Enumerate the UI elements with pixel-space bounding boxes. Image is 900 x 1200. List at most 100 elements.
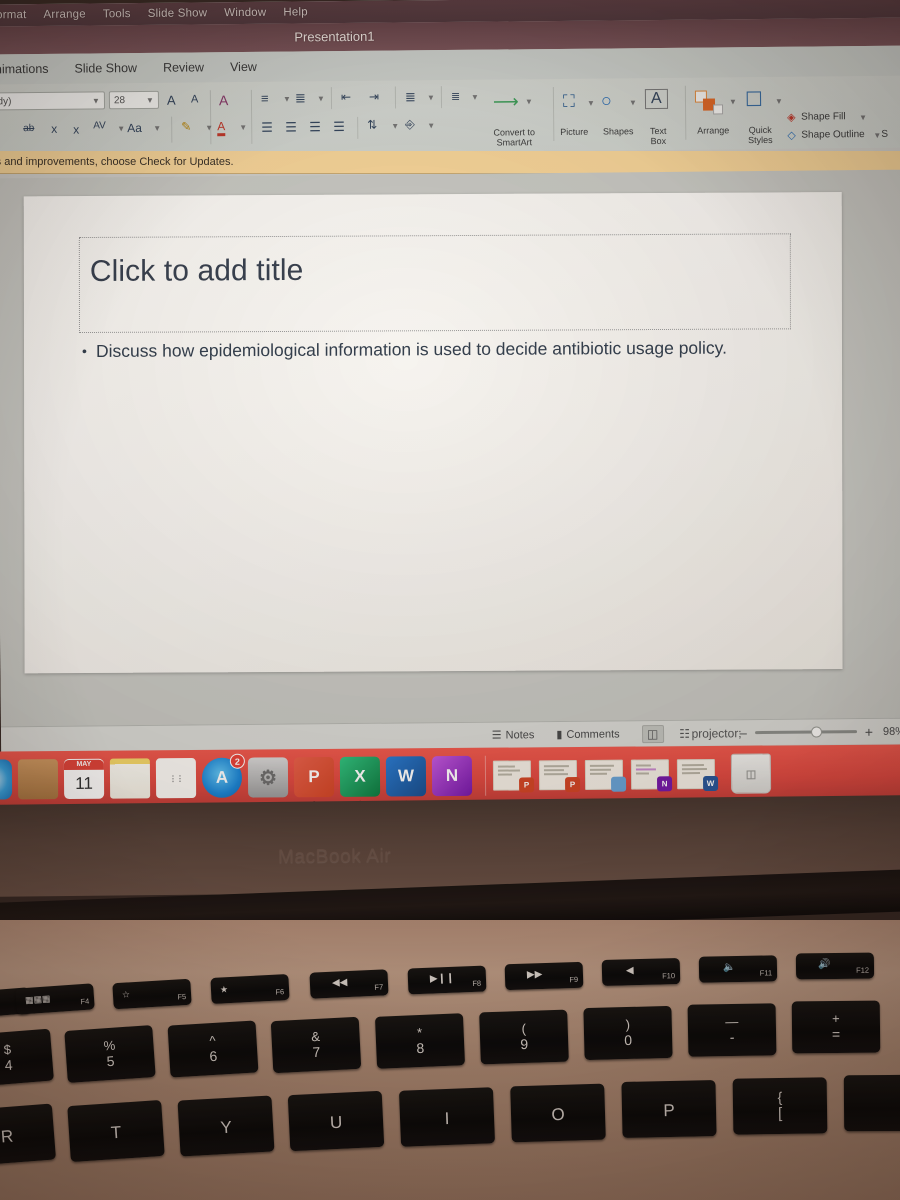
shape-fill-icon[interactable]: ◈ (787, 111, 796, 124)
key-i[interactable]: I (398, 1087, 496, 1147)
tab-slide-show[interactable]: Slide Show (74, 61, 137, 76)
bulleted-list-icon[interactable]: ≡ (261, 91, 269, 106)
key-t[interactable]: T (67, 1099, 165, 1163)
key-f7-rewind[interactable]: ◀◀ F7 (309, 969, 389, 999)
key-f6-keyboard-brightness-up[interactable]: ★ F6 (210, 973, 290, 1005)
align-left-icon[interactable]: ☰ (261, 120, 273, 136)
chevron-down-icon[interactable]: ▼ (283, 95, 291, 104)
slide-body-placeholder[interactable]: • Discuss how epidemiological informatio… (82, 335, 797, 364)
chevron-down-icon[interactable]: ▼ (587, 99, 595, 108)
tab-view[interactable]: View (230, 60, 257, 74)
excel-icon[interactable]: X (339, 756, 381, 804)
key-o[interactable]: O (510, 1083, 606, 1143)
notes-icon[interactable] (109, 758, 151, 799)
subscript-button[interactable]: x (73, 123, 79, 137)
increase-indent-icon[interactable]: ⇥ (369, 90, 379, 104)
numbered-list-icon[interactable]: ≣ (295, 90, 306, 106)
chevron-down-icon[interactable]: ▼ (153, 124, 161, 133)
word-icon[interactable]: W (385, 756, 427, 804)
chevron-down-icon[interactable]: ▼ (775, 97, 783, 106)
text-box-icon[interactable]: A (644, 88, 668, 110)
key-r[interactable]: R (0, 1103, 57, 1167)
minimized-window-5[interactable]: W (676, 758, 719, 792)
align-right-icon[interactable]: ☰ (309, 119, 321, 135)
key-f5-keyboard-brightness-down[interactable]: ☆ F5 (112, 978, 192, 1010)
trash-icon[interactable]: ◫ (730, 753, 772, 794)
safari-icon[interactable]: ➤ (0, 759, 13, 800)
key-f4-launchpad[interactable]: ▦▦▦ F4 (15, 983, 95, 1015)
key-0[interactable]: ) 0 (583, 1005, 673, 1061)
quick-styles-icon[interactable]: ☐ (745, 87, 763, 112)
key-f11-volume-down[interactable]: 🔈 F11 (698, 955, 778, 983)
font-size-select[interactable]: 28 ▼ (108, 90, 160, 110)
slide-bullet-item[interactable]: • Discuss how epidemiological informatio… (82, 335, 797, 364)
chevron-down-icon[interactable]: ▼ (471, 93, 479, 102)
menu-item-tools[interactable]: Tools (103, 8, 131, 20)
normal-view-button[interactable]: ◫ (641, 724, 664, 743)
menu-item-slide-show[interactable]: Slide Show (148, 7, 208, 20)
font-color-icon[interactable]: A (217, 119, 226, 137)
slide-canvas[interactable]: Click to add title • Discuss how epidemi… (23, 192, 843, 674)
shape-outline-label[interactable]: Shape Outline (801, 129, 873, 141)
strikethrough-button[interactable]: ab (23, 123, 34, 134)
key-f12-volume-up[interactable]: 🔊 F12 (795, 952, 875, 980)
chevron-down-icon[interactable]: ▼ (427, 121, 435, 130)
key-6[interactable]: ^ 6 (167, 1020, 259, 1078)
text-direction-icon[interactable]: ⇅ (367, 118, 377, 132)
minimized-window-3[interactable] (584, 759, 627, 792)
superscript-button[interactable]: x (51, 122, 57, 136)
columns-icon[interactable]: ≣ (451, 90, 460, 103)
powerpoint-icon[interactable]: P (293, 756, 335, 805)
tab-animations[interactable]: Animations (0, 62, 49, 77)
shape-effects-label[interactable]: S (881, 129, 897, 140)
clear-formatting-icon[interactable]: A (219, 92, 228, 108)
contacts-icon[interactable] (17, 759, 59, 800)
zoom-in-button[interactable]: + (865, 723, 873, 739)
chevron-down-icon[interactable]: ▼ (391, 121, 399, 130)
minimized-window-1[interactable]: P (492, 760, 535, 793)
key-bracket-left[interactable]: { [ (732, 1077, 828, 1135)
menu-item-help[interactable]: Help (283, 6, 308, 18)
app-store-icon[interactable]: A 2 (201, 753, 245, 798)
line-spacing-icon[interactable]: ≣ (405, 89, 416, 105)
minimized-window-2[interactable]: P (538, 760, 581, 793)
character-spacing-button[interactable]: AV (93, 120, 106, 131)
chevron-down-icon[interactable]: ▼ (859, 113, 867, 122)
decrease-font-size-button[interactable]: A (191, 93, 198, 105)
key-5[interactable]: % 5 (64, 1024, 156, 1084)
key-f9-fast-forward[interactable]: ▶▶ F9 (504, 961, 584, 991)
chevron-down-icon[interactable]: ▼ (317, 94, 325, 103)
key-p[interactable]: P (621, 1080, 717, 1138)
justify-icon[interactable]: ☰ (333, 119, 345, 135)
chevron-down-icon[interactable]: ▼ (117, 124, 125, 133)
increase-font-size-button[interactable]: A (167, 93, 176, 108)
chevron-down-icon[interactable]: ▼ (239, 123, 247, 132)
key-7[interactable]: & 7 (270, 1016, 362, 1074)
zoom-out-button[interactable]: – (740, 725, 747, 740)
decrease-indent-icon[interactable]: ⇤ (341, 90, 351, 104)
menu-item-format[interactable]: ormat (0, 9, 27, 21)
shapes-icon[interactable]: ○ (601, 90, 612, 111)
shape-outline-icon[interactable]: ◇ (787, 129, 796, 142)
menu-item-window[interactable]: Window (224, 7, 266, 19)
reminders-icon[interactable]: ⋮⋮ (155, 758, 197, 799)
picture-icon[interactable]: ⛶ (563, 92, 575, 112)
minimized-window-4[interactable]: N (630, 759, 673, 792)
presenter-view-button[interactable]: projector; (692, 724, 742, 742)
system-preferences-icon[interactable]: ⚙ (247, 757, 289, 798)
chevron-down-icon[interactable]: ▼ (873, 131, 881, 140)
onenote-icon[interactable]: N (431, 755, 473, 804)
zoom-slider-handle[interactable] (810, 726, 822, 738)
chevron-down-icon[interactable]: ▼ (729, 97, 737, 106)
key-9[interactable]: ( 9 (479, 1009, 569, 1065)
status-comments-button[interactable]: ▮ Comments (556, 727, 619, 741)
shape-fill-label[interactable]: Shape Fill (801, 111, 859, 122)
key-4[interactable]: $ 4 (0, 1028, 54, 1088)
chevron-down-icon[interactable]: ▼ (427, 93, 435, 102)
chevron-down-icon[interactable]: ▼ (629, 98, 637, 107)
text-highlight-icon[interactable]: ✎ (181, 119, 191, 133)
notes-button[interactable]: ☰ Notes (492, 728, 535, 742)
align-center-icon[interactable]: ☰ (285, 119, 297, 135)
key-y[interactable]: Y (177, 1095, 275, 1157)
align-text-icon[interactable]: ⎆ (405, 117, 415, 132)
